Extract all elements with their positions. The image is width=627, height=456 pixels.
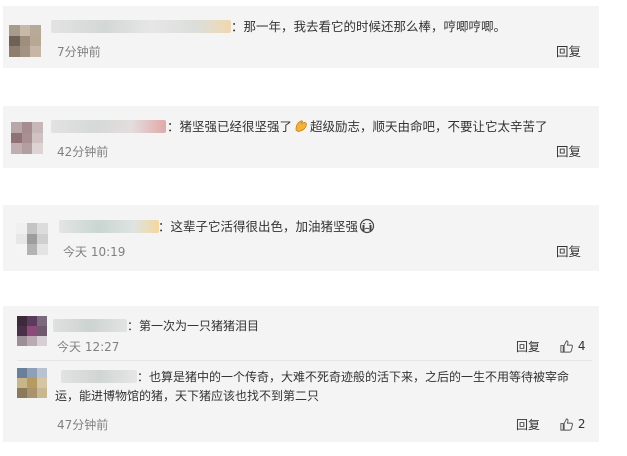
comment-text: ：这辈子它活得很出色，加油猪坚强 [158, 218, 376, 236]
comment-text: ：那一年，我去看它的时候还那么棒，哼唧哼唧。 [231, 19, 507, 34]
like-count: 4 [577, 339, 586, 353]
crying-face-icon [359, 218, 375, 234]
avatar[interactable] [11, 122, 43, 154]
comment-card-1: ：那一年，我去看它的时候还那么棒，哼唧哼唧。 7分钟前 回复 [3, 6, 599, 68]
comment-text-line-1: ：也算是猪中的一个传奇，大难不死奇迹般的活下来，之后的一生不用等待被宰命 [137, 370, 570, 384]
like-button[interactable]: 2 [559, 416, 585, 432]
comment-text-line-2: 运，能进博物馆的猪，天下猪应该也找不到第二只 [55, 389, 320, 403]
comment-text: ：猪坚强已经很坚强了 超级励志，顺天由命吧，不要让它太辛苦了 [167, 118, 548, 136]
comment-time: 47分钟前 [57, 418, 109, 432]
reply-button[interactable]: 回复 [556, 44, 581, 60]
comment-thread-card: ：第一次为一只猪猪泪目 今天 12:27 回复 4 ：也算是猪中的一个传奇，大难… [3, 306, 599, 442]
username-blurred[interactable] [51, 20, 231, 33]
comment-time: 今天 10:19 [63, 245, 126, 259]
avatar[interactable] [17, 316, 47, 346]
comment-text-part-b: 超级励志，顺天由命吧，不要让它太辛苦了 [310, 119, 548, 134]
username-blurred[interactable] [51, 120, 166, 133]
reply-button[interactable]: 回复 [516, 339, 540, 355]
avatar[interactable] [16, 223, 48, 255]
like-count: 2 [577, 417, 586, 431]
reply-button[interactable]: 回复 [556, 244, 581, 260]
comment-card-2: ：猪坚强已经很坚强了 超级励志，顺天由命吧，不要让它太辛苦了 42分钟前 回复 [3, 106, 599, 168]
comment-text-main: ：这辈子它活得很出色，加油猪坚强 [158, 219, 359, 234]
username-blurred[interactable] [59, 220, 159, 233]
divider [17, 360, 592, 361]
thumbs-up-icon [560, 340, 573, 353]
avatar[interactable] [9, 25, 41, 57]
username-blurred[interactable] [53, 319, 127, 332]
reply-button[interactable]: 回复 [516, 417, 540, 433]
comment-time: 7分钟前 [57, 45, 101, 59]
comment-text: ：第一次为一只猪猪泪目 [127, 319, 260, 333]
comment-card-3: ：这辈子它活得很出色，加油猪坚强 今天 10:19 回复 [3, 205, 599, 271]
like-button[interactable]: 4 [559, 338, 585, 354]
reply-button[interactable]: 回复 [556, 144, 581, 160]
thumbs-up-icon [560, 418, 573, 431]
flexed-biceps-icon [295, 120, 307, 132]
username-blurred[interactable] [61, 370, 137, 383]
comment-time: 42分钟前 [57, 145, 109, 159]
avatar[interactable] [17, 368, 47, 398]
comment-time: 今天 12:27 [57, 340, 120, 354]
comment-text-part-a: ：猪坚强已经很坚强了 [167, 119, 293, 134]
